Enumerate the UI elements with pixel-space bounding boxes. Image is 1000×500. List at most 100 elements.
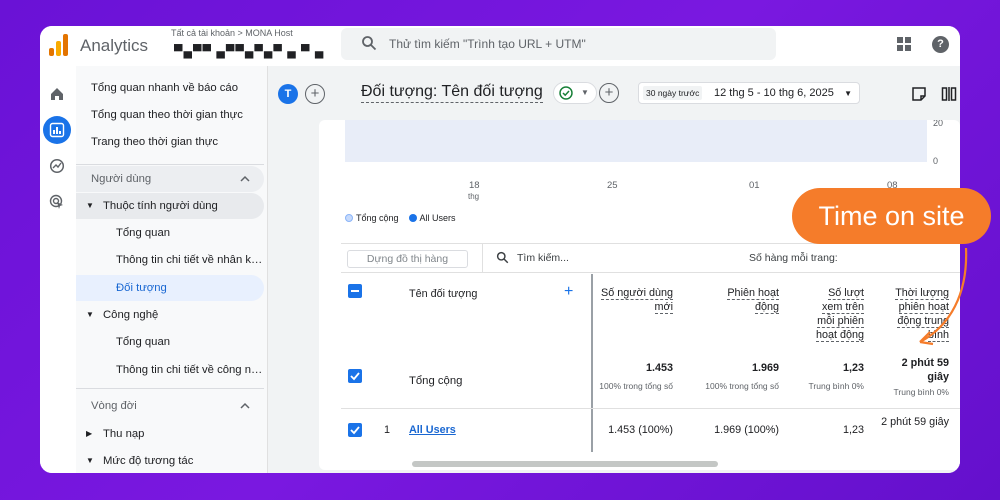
- legend-label: All Users: [419, 213, 456, 223]
- status-dropdown[interactable]: ▼: [553, 82, 597, 104]
- nav-divider: [76, 164, 264, 165]
- date-range-label: 12 thg 5 - 10 thg 6, 2025: [714, 87, 834, 99]
- nav-item-audiences[interactable]: Đối tượng: [76, 275, 264, 301]
- nav-item-tech-details[interactable]: Thông tin chi tiết về công nghệ: [76, 357, 264, 383]
- rail-home-button[interactable]: [43, 80, 71, 108]
- add-filter-button[interactable]: +: [599, 83, 619, 103]
- audience-link[interactable]: All Users: [409, 424, 456, 436]
- legend-item[interactable]: Tổng cộng: [345, 213, 399, 223]
- report-card: 20 0 18 thg 25 01 08 Tổng cộng All Users…: [319, 120, 960, 470]
- help-icon[interactable]: ?: [932, 36, 949, 53]
- nav-section-lifecycle-label: Vòng đời: [91, 400, 137, 412]
- nav-group-label: Công nghệ: [103, 309, 159, 321]
- rows-per-page-label[interactable]: Số hàng mỗi trang:: [749, 252, 838, 264]
- page-title[interactable]: Đối tượng: Tên đối tượng: [361, 83, 543, 103]
- report-nav: Tổng quan nhanh về báo cáo Tổng quan the…: [76, 66, 268, 473]
- search-icon: [362, 36, 377, 51]
- caret-down-icon: ▼: [86, 456, 94, 465]
- nav-group-user-attributes[interactable]: ▼ Thuộc tính người dùng: [76, 193, 264, 219]
- comparison-avatar[interactable]: T: [278, 84, 298, 104]
- x-tick: 01: [749, 180, 760, 191]
- date-range-picker[interactable]: 30 ngày trước 12 thg 5 - 10 thg 6, 2025 …: [638, 82, 860, 104]
- header-line: Phiên hoạt: [727, 287, 779, 300]
- nav-item-report-overview[interactable]: Tổng quan nhanh về báo cáo: [76, 75, 264, 101]
- plot-rows-button[interactable]: Dựng đồ thị hàng: [347, 250, 468, 268]
- y-tick: 0: [933, 156, 939, 166]
- legend-label: Tổng cộng: [356, 213, 399, 223]
- table-search[interactable]: [482, 244, 742, 272]
- cell-views-per-session: 1,23: [842, 424, 864, 436]
- table-controls: Dựng đồ thị hàng Số hàng mỗi trang:: [341, 243, 960, 273]
- total-views-per-session-sub: Trung bình 0%: [808, 381, 864, 391]
- nav-group-engagement[interactable]: ▼ Mức độ tương tác: [76, 448, 264, 473]
- analytics-logo-icon[interactable]: [48, 32, 68, 56]
- totals-checkbox[interactable]: [348, 369, 362, 383]
- report-toolbar: T + Đối tượng: Tên đối tượng ▼ + 30 ngày…: [268, 66, 960, 120]
- nav-item-tech-overview[interactable]: Tổng quan: [76, 329, 264, 355]
- nav-divider: [76, 388, 264, 389]
- nav-item-user-overview[interactable]: Tổng quan: [76, 220, 264, 246]
- table-row[interactable]: 1 All Users 1.453 (100%) 1.969 (100%) 1,…: [341, 408, 960, 452]
- chart-area: [345, 120, 927, 162]
- total-views-per-session: 1,23: [842, 362, 864, 374]
- target-cursor-icon: [49, 194, 63, 209]
- header-line: động: [754, 301, 779, 314]
- select-all-checkbox[interactable]: [348, 284, 362, 298]
- nav-item-realtime-pages[interactable]: Trang theo thời gian thực: [76, 129, 264, 155]
- total-avg-duration: 2 phút 59 giây: [901, 357, 949, 383]
- search-icon: [496, 251, 509, 264]
- chevron-up-icon: [240, 402, 250, 409]
- nav-section-users[interactable]: Người dùng: [76, 166, 264, 192]
- app-title: Analytics: [80, 36, 149, 55]
- account-name-redacted[interactable]: ▀▄▀▀ ▄▀▀▄▀▄▀ ▄ ▀ ▄: [174, 44, 324, 58]
- check-circle-icon: [559, 86, 573, 100]
- table-header-row: Tên đối tượng + Số người dùng mới Phiên …: [341, 274, 960, 452]
- nav-group-label: Thu nạp: [103, 428, 145, 440]
- header-line: mới: [654, 301, 673, 314]
- legend-item[interactable]: All Users: [408, 213, 456, 223]
- global-search[interactable]: [341, 28, 776, 60]
- x-tick-sub: thg: [468, 192, 480, 201]
- rail-reports-button[interactable]: [43, 116, 71, 144]
- rail-explore-button[interactable]: [43, 152, 71, 180]
- caret-down-icon: ▼: [86, 201, 94, 210]
- left-rail: [40, 66, 76, 473]
- main-content: T + Đối tượng: Tên đối tượng ▼ + 30 ngày…: [268, 66, 960, 473]
- caret-down-icon: ▼: [581, 88, 589, 97]
- column-header-new-users[interactable]: Số người dùng mới: [573, 286, 673, 314]
- top-bar: Analytics Tất cả tài khoản > MONA Host ▀…: [40, 26, 960, 66]
- nav-group-label: Mức độ tương tác: [103, 455, 194, 467]
- nav-item-realtime-overview[interactable]: Tổng quan theo thời gian thực: [76, 102, 264, 128]
- note-icon[interactable]: [911, 86, 927, 102]
- table-search-input[interactable]: [517, 250, 717, 266]
- cell-sessions: 1.969 (100%): [714, 424, 779, 436]
- nav-group-tech[interactable]: ▼ Công nghệ: [76, 302, 264, 328]
- add-comparison-button[interactable]: +: [305, 84, 325, 104]
- column-header-views-per-session[interactable]: Số lượt xem trên mỗi phiên hoạt động: [794, 286, 864, 342]
- nav-section-users-label: Người dùng: [91, 173, 152, 185]
- total-avg-duration-sub: Trung bình 0%: [893, 387, 949, 397]
- compare-columns-icon[interactable]: [941, 86, 957, 102]
- total-new-users-sub: 100% trong tổng số: [599, 381, 673, 391]
- analytics-window: Analytics Tất cả tài khoản > MONA Host ▀…: [40, 26, 960, 473]
- apps-grid-icon[interactable]: [897, 37, 911, 51]
- explore-icon: [49, 158, 65, 174]
- column-header-sessions[interactable]: Phiên hoạt động: [699, 286, 779, 314]
- check-icon: [350, 426, 360, 435]
- legend-dot: [408, 214, 417, 222]
- header-line: hoạt động: [815, 329, 864, 342]
- cell-new-users: 1.453 (100%): [608, 424, 673, 436]
- add-dimension-button[interactable]: +: [564, 283, 573, 301]
- horizontal-scrollbar[interactable]: [412, 461, 718, 467]
- date-preset-badge: 30 ngày trước: [643, 86, 703, 100]
- nav-section-lifecycle[interactable]: Vòng đời: [76, 393, 264, 419]
- row-checkbox[interactable]: [348, 423, 362, 437]
- account-breadcrumb[interactable]: Tất cả tài khoản > MONA Host: [171, 28, 293, 38]
- nav-item-demographics[interactable]: Thông tin chi tiết về nhân khẩu học: [76, 247, 264, 273]
- chevron-up-icon: [240, 175, 250, 182]
- row-index: 1: [384, 424, 391, 436]
- rail-advertising-button[interactable]: [43, 188, 71, 216]
- column-header-audience-name[interactable]: Tên đối tượng: [409, 288, 477, 300]
- search-input[interactable]: [389, 34, 759, 54]
- nav-group-acquisition[interactable]: ▶ Thu nạp: [76, 421, 264, 447]
